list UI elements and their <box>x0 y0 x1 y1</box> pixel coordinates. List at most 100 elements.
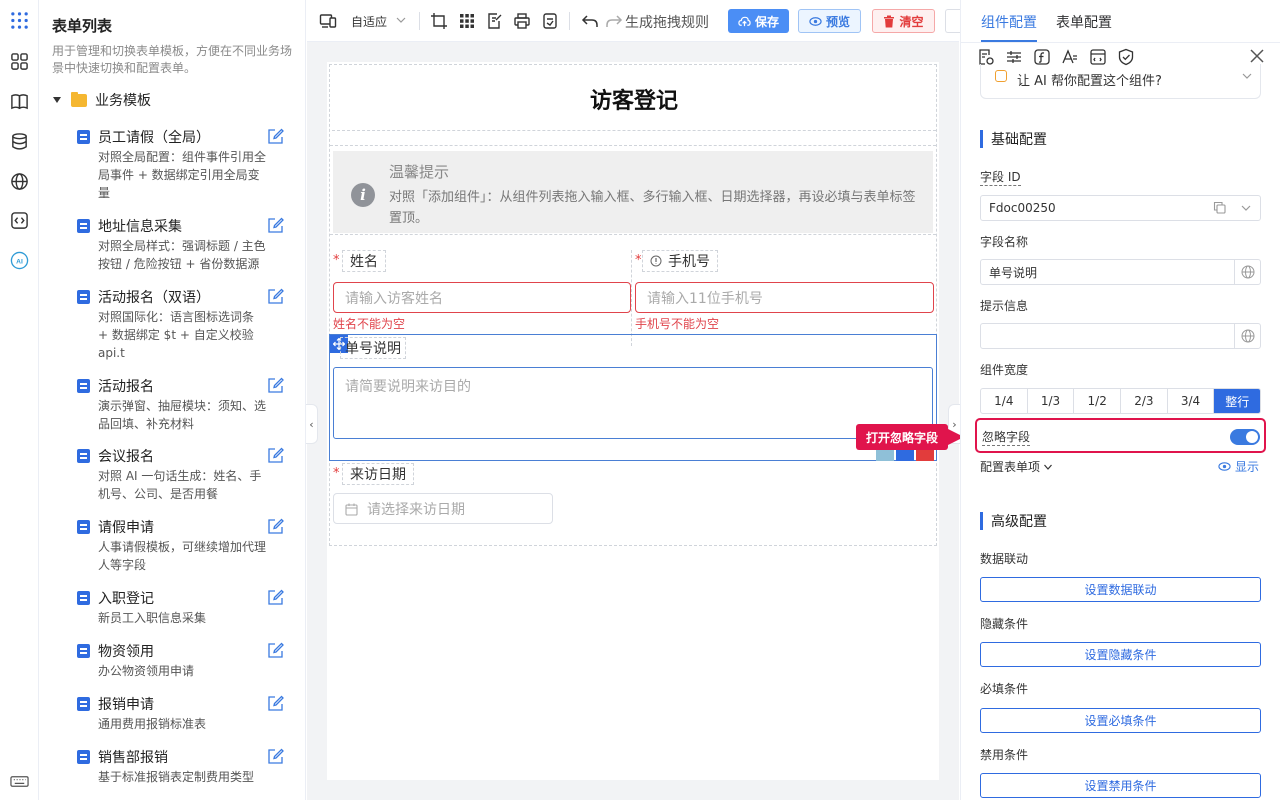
template-name: 销售部报销 <box>98 750 168 766</box>
chevron-down-icon <box>395 14 407 26</box>
ai-icon[interactable]: AI <box>9 250 29 270</box>
config-panel: 组件配置 表单配置 让 AI 帮你配置这个组件? 基础配置 字段 ID Fdoc… <box>960 0 1280 800</box>
device-icon[interactable] <box>319 12 337 30</box>
globe-icon[interactable] <box>9 171 29 191</box>
ignore-field-row: 忽略字段 <box>975 418 1266 453</box>
date-field[interactable]: * 来访日期 请选择来访日期 <box>330 463 936 545</box>
width-option[interactable]: 3/4 <box>1168 389 1215 413</box>
preview-button[interactable]: 预览 <box>798 9 861 33</box>
template-name: 报销申请 <box>98 697 154 713</box>
name-field[interactable]: * 姓名 请输入访客姓名 姓名不能为空 <box>330 250 632 346</box>
field-id-input[interactable]: Fdoc00250 <box>980 195 1261 221</box>
width-segmented-control: 1/4 1/3 1/2 2/3 3/4 整行 <box>980 388 1261 414</box>
tip-text: 对照「添加组件」：从组件列表拖入输入框、多行输入框、日期选择器，再设必填与表单标… <box>389 190 916 226</box>
print-icon[interactable] <box>513 12 531 30</box>
config-items-label: 配置表单项 <box>980 460 1041 474</box>
edit-icon[interactable] <box>267 518 284 535</box>
code-icon[interactable] <box>9 210 29 230</box>
hide-condition-label: 隐藏条件 <box>980 617 1029 631</box>
required-mark: * <box>333 466 340 481</box>
disable-condition-label: 禁用条件 <box>980 748 1029 762</box>
ai-assist-box[interactable]: 让 AI 帮你配置这个组件? <box>980 64 1261 99</box>
show-link[interactable]: 显示 <box>1218 458 1259 475</box>
save-button[interactable]: 保存 <box>728 9 789 33</box>
calendar-icon <box>345 503 358 516</box>
form-list-panel: 表单列表 用于管理和切换表单模板，方便在不同业务场景中快速切换和配置表单。 业务… <box>40 0 306 800</box>
edit-icon[interactable] <box>267 128 284 145</box>
config-form-items-toggle[interactable]: 配置表单项 <box>980 458 1053 475</box>
width-option[interactable]: 1/2 <box>1074 389 1122 413</box>
width-option[interactable]: 整行 <box>1214 389 1260 413</box>
tab-divider <box>961 42 1280 43</box>
advanced-config-heading: 高级配置 <box>980 512 1047 530</box>
layout-select[interactable]: 自适应 <box>351 13 387 30</box>
set-hide-condition-button[interactable]: 设置隐藏条件 <box>980 642 1261 667</box>
apps-grid-icon[interactable] <box>9 10 29 30</box>
tip-block[interactable]: i 温馨提示 对照「添加组件」：从组件列表拖入输入框、多行输入框、日期选择器，再… <box>330 145 936 235</box>
globe-icon[interactable] <box>1234 260 1260 284</box>
template-desc: 人事请假模板，可继续增加代理人等字段 <box>98 540 267 572</box>
remark-textarea[interactable]: 请简要说明来访目的 <box>333 367 933 439</box>
width-option[interactable]: 1/4 <box>981 389 1028 413</box>
name-error: 姓名不能为空 <box>333 317 406 331</box>
tab-form-config[interactable]: 表单配置 <box>1056 12 1112 32</box>
close-icon[interactable] <box>1249 48 1265 64</box>
collapse-left-button[interactable]: ‹ <box>306 404 318 444</box>
edit-icon[interactable] <box>267 217 284 234</box>
generate-drag-rule-button[interactable]: 生成拖拽规则 <box>625 12 709 32</box>
remark-field-selected[interactable]: 单号说明 请简要说明来访目的 <box>329 334 937 461</box>
globe-icon[interactable] <box>1234 324 1260 348</box>
width-option[interactable]: 1/3 <box>1028 389 1075 413</box>
edit-icon[interactable] <box>267 642 284 659</box>
template-desc: 基于标准报销表定制费用类型 <box>98 770 255 784</box>
edit-icon[interactable] <box>267 377 284 394</box>
required-mark: * <box>635 253 642 268</box>
set-disable-condition-button[interactable]: 设置禁用条件 <box>980 773 1261 798</box>
field-name-input[interactable]: 单号说明 <box>980 259 1261 285</box>
phone-label-text: 手机号 <box>668 254 710 270</box>
crop-icon[interactable] <box>430 12 448 30</box>
edit-icon[interactable] <box>267 288 284 305</box>
phone-field[interactable]: * 手机号 请输入11位手机号 手机号不能为空 <box>633 250 936 346</box>
name-input[interactable]: 请输入访客姓名 <box>333 282 631 313</box>
hint-label: 提示信息 <box>980 299 1029 313</box>
edit-icon[interactable] <box>267 447 284 464</box>
set-data-link-button[interactable]: 设置数据联动 <box>980 577 1261 602</box>
tab-component-config[interactable]: 组件配置 <box>981 12 1037 32</box>
copy-icon[interactable] <box>1213 201 1226 214</box>
set-required-condition-button[interactable]: 设置必填条件 <box>980 708 1261 733</box>
chevron-down-icon[interactable] <box>1240 202 1252 214</box>
date-picker[interactable]: 请选择来访日期 <box>333 493 553 524</box>
designer-canvas-area: 自适应 生成拖拽规则 保存 预览 清空 访客登记 i 温馨提示 对照「添加组件」… <box>307 0 965 800</box>
edit-icon[interactable] <box>267 695 284 712</box>
clear-button[interactable]: 清空 <box>872 9 935 33</box>
edit-icon[interactable] <box>267 589 284 606</box>
form-drop-area[interactable]: 访客登记 i 温馨提示 对照「添加组件」：从组件列表拖入输入框、多行输入框、日期… <box>329 64 937 546</box>
components-icon[interactable] <box>9 51 29 71</box>
template-desc: 对照全局配置：组件事件引用全局事件 + 数据绑定引用全局变量 <box>98 150 267 200</box>
width-option[interactable]: 2/3 <box>1121 389 1168 413</box>
folder-business-templates[interactable]: 业务模板 <box>53 90 151 110</box>
svg-text:AI: AI <box>16 258 23 265</box>
book-icon[interactable] <box>9 91 29 111</box>
grid-icon[interactable] <box>458 12 476 30</box>
document-icon <box>77 520 90 534</box>
phone-input[interactable]: 请输入11位手机号 <box>635 282 934 313</box>
edit-icon[interactable] <box>267 748 284 765</box>
template-name: 地址信息采集 <box>98 219 182 235</box>
export-icon[interactable] <box>541 12 559 30</box>
edit-document-icon[interactable] <box>486 12 504 30</box>
hint-input[interactable] <box>980 323 1261 349</box>
document-icon <box>77 130 90 144</box>
clear-label: 清空 <box>899 14 924 29</box>
template-name: 请假申请 <box>98 520 154 536</box>
form-title[interactable]: 访客登记 <box>332 67 936 131</box>
undo-icon[interactable] <box>581 12 599 30</box>
ignore-field-toggle[interactable] <box>1230 429 1260 445</box>
required-mark: * <box>333 253 340 268</box>
template-desc: 对照全局样式：强调标题 / 主色按钮 / 危险按钮 + 省份数据源 <box>98 239 266 271</box>
trash-icon <box>884 15 895 27</box>
database-icon[interactable] <box>9 131 29 151</box>
keyboard-icon[interactable] <box>9 771 29 791</box>
redo-icon[interactable] <box>605 12 623 30</box>
